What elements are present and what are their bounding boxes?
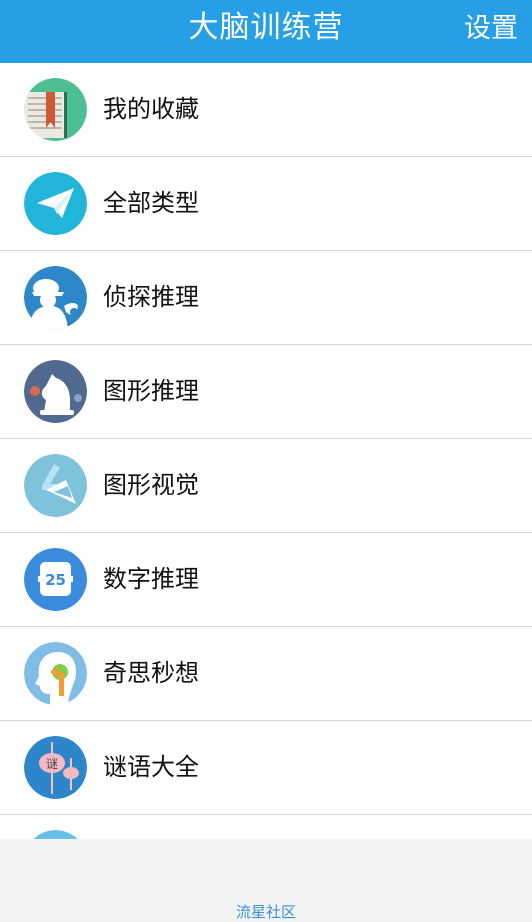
- category-list: 我的收藏 全部类型 侦探推理 图形推理 图形视觉 25 数字推理 奇思秒想 谜 …: [0, 63, 532, 839]
- app-header: 大脑训练营 设置: [0, 0, 532, 63]
- shapes-icon: [24, 454, 87, 517]
- menu-item-label: 全部类型: [103, 189, 199, 217]
- menu-item-label: 谜语大全: [103, 753, 199, 781]
- page-title: 大脑训练营: [188, 10, 344, 45]
- settings-button[interactable]: 设置: [464, 0, 518, 58]
- paper-plane-icon: [24, 172, 87, 235]
- menu-item-figure-reasoning[interactable]: 图形推理: [0, 345, 532, 439]
- calendar-number-icon: 25: [24, 548, 87, 611]
- menu-item-label: 侦探推理: [103, 283, 199, 311]
- menu-item-label: 数字推理: [103, 565, 199, 593]
- menu-item-label: 图形视觉: [103, 471, 199, 499]
- menu-item-label: 奇思秒想: [103, 659, 199, 687]
- footer: 流星社区: [0, 839, 532, 921]
- menu-item-label: 图形推理: [103, 377, 199, 405]
- lantern-text: 谜: [46, 757, 58, 771]
- menu-item-detective[interactable]: 侦探推理: [0, 251, 532, 345]
- lantern-riddle-icon: 谜: [24, 736, 87, 799]
- menu-item-creative-thinking[interactable]: 奇思秒想: [0, 627, 532, 721]
- menu-item-label: 我的收藏: [103, 95, 199, 123]
- menu-item-partial[interactable]: [0, 815, 532, 839]
- menu-item-number-reasoning[interactable]: 25 数字推理: [0, 533, 532, 627]
- menu-item-all-types[interactable]: 全部类型: [0, 157, 532, 251]
- menu-item-favorites[interactable]: 我的收藏: [0, 63, 532, 157]
- menu-item-riddles[interactable]: 谜 谜语大全: [0, 721, 532, 815]
- head-idea-icon: [24, 642, 87, 705]
- menu-item-figure-vision[interactable]: 图形视觉: [0, 439, 532, 533]
- detective-icon: [24, 266, 87, 329]
- chess-knight-icon: [24, 360, 87, 423]
- partial-icon: [24, 830, 87, 839]
- book-icon: [24, 78, 87, 141]
- calendar-number-text: 25: [45, 571, 66, 589]
